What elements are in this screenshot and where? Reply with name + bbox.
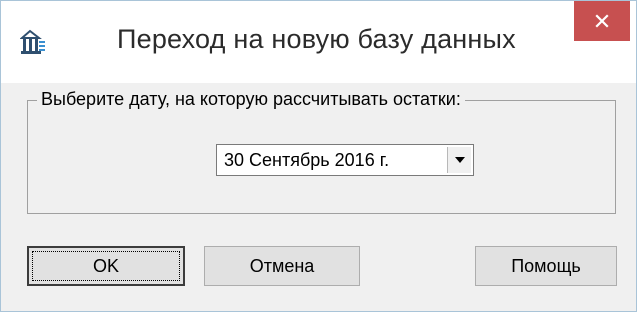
focus-ring	[32, 251, 180, 281]
dialog-title: Переход на новую базу данных	[117, 24, 516, 54]
database-archive-icon	[19, 29, 46, 55]
help-button-label: Помощь	[511, 255, 581, 276]
close-button[interactable]	[574, 1, 630, 41]
close-icon	[594, 13, 610, 29]
groupbox-label: Выберите дату, на которую рассчитывать о…	[37, 89, 465, 110]
dialog-window: Переход на новую базу данных Выберите да…	[0, 0, 637, 312]
help-button[interactable]: Помощь	[475, 246, 617, 286]
ok-button[interactable]: OK	[27, 246, 185, 286]
cancel-button-label: Отмена	[249, 255, 315, 276]
cancel-button[interactable]: Отмена	[204, 246, 360, 286]
title-bar[interactable]: Переход на новую базу данных	[1, 1, 636, 83]
date-select-value: 30 Сентябрь 2016 г.	[224, 150, 390, 170]
date-select[interactable]: 30 Сентябрь 2016 г.	[216, 144, 474, 176]
chevron-down-icon	[454, 151, 466, 169]
dropdown-button[interactable]	[447, 147, 471, 173]
